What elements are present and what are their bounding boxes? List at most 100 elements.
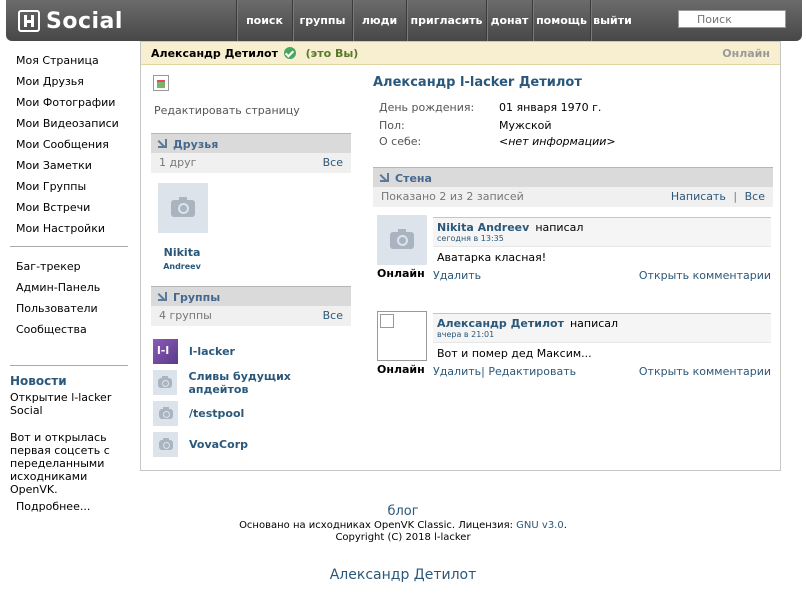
groups-section: Группы 4 группы Все l-lacker Сливы будущ… — [151, 286, 351, 460]
wall-all-link[interactable]: Все — [745, 190, 765, 203]
menu-communities[interactable]: Сообщества — [10, 319, 128, 340]
post-author-status: Онлайн — [377, 363, 425, 376]
nav-groups[interactable]: группы — [292, 0, 352, 41]
nav-invite[interactable]: пригласить — [406, 0, 486, 41]
post-wrote: написал — [535, 221, 584, 234]
friends-section: Друзья 1 друг Все Nikita Andreev — [151, 133, 351, 271]
footer: блог Основано на исходниках OpenVK Class… — [0, 504, 806, 543]
search-input[interactable] — [678, 10, 786, 28]
post-actions: Удалить| Редактировать — [433, 365, 576, 378]
group-item[interactable]: VovaCorp — [151, 429, 351, 460]
arrow-down-icon — [380, 173, 389, 182]
group-avatar-icon[interactable] — [153, 339, 178, 364]
post-header: Александр Детилот написал вчера в 21:01 — [433, 313, 771, 343]
menu-my-groups[interactable]: Мои Группы — [10, 176, 128, 197]
menu-my-videos[interactable]: Мои Видеозаписи — [10, 113, 128, 134]
profile-left-column: Редактировать страницу Друзья 1 друг Все… — [151, 75, 351, 460]
friends-bar[interactable]: Друзья — [151, 133, 351, 153]
post-text: Аватарка класная! — [437, 251, 547, 264]
menu-users[interactable]: Пользователи — [10, 298, 128, 319]
profile-full-name: Александр l-lacker Детилот — [373, 75, 582, 90]
you-label: (это Вы) — [305, 47, 359, 60]
post-comments-link[interactable]: Открыть комментарии — [639, 365, 771, 378]
camera-icon[interactable] — [153, 432, 178, 457]
menu-my-settings[interactable]: Мои Настройки — [10, 218, 128, 239]
group-name[interactable]: Сливы будущих апдейтов — [188, 370, 351, 396]
friends-all-link[interactable]: Все — [323, 153, 343, 173]
logo-text: Social — [46, 8, 123, 34]
wall-title: Стена — [395, 172, 432, 185]
menu-my-friends[interactable]: Мои Друзья — [10, 71, 128, 92]
menu-admin-panel[interactable]: Админ-Панель — [10, 277, 128, 298]
menu-bugtracker[interactable]: Баг-трекер — [10, 256, 128, 277]
verified-icon — [283, 47, 296, 59]
nav-donate[interactable]: донат — [486, 0, 532, 41]
menu-my-events[interactable]: Мои Встречи — [10, 197, 128, 218]
post-author: Nikita Andreev написал — [437, 221, 583, 234]
groups-bar[interactable]: Группы — [151, 286, 351, 306]
group-name[interactable]: VovaCorp — [189, 438, 248, 451]
friend-name[interactable]: Nikita Andreev — [157, 246, 207, 271]
group-item[interactable]: Сливы будущих апдейтов — [151, 367, 351, 398]
news-item-title: Открытие l-lacker Social — [10, 391, 112, 417]
menu-my-page[interactable]: Моя Страница — [10, 50, 128, 71]
wall-post: Онлайн Nikita Andreev написал сегодня в 1… — [373, 209, 773, 305]
online-status: Онлайн — [722, 47, 770, 60]
post-author-link[interactable]: Александр Детилот — [437, 317, 564, 330]
group-item[interactable]: /testpool — [151, 398, 351, 429]
menu-my-notes[interactable]: Мои Заметки — [10, 155, 128, 176]
friend-last-name: Andreev — [163, 262, 201, 271]
wall-write-link[interactable]: Написать — [671, 190, 726, 203]
nav-people[interactable]: люди — [352, 0, 406, 41]
post-time[interactable]: сегодня в 13:35 — [437, 234, 504, 243]
footer-copyright: Copyright (C) 2018 l-lacker — [335, 532, 471, 543]
logo[interactable]: Social — [18, 8, 123, 34]
camera-icon[interactable] — [153, 401, 178, 426]
wall-bar[interactable]: Стена — [373, 167, 773, 187]
nav-help[interactable]: помощь — [532, 0, 590, 41]
post-author-link[interactable]: Nikita Andreev — [437, 221, 529, 234]
friends-count: 1 друг — [159, 156, 197, 169]
news-block: Новости Открытие l-lacker Social Вот и о… — [10, 365, 128, 513]
post-delete-link[interactable]: Удалить| — [433, 365, 485, 378]
news-title[interactable]: Новости — [10, 374, 128, 388]
wall-shown-count: Показано 2 из 2 записей — [381, 190, 524, 203]
post-delete-link[interactable]: Удалить — [433, 269, 481, 282]
post-author: Александр Детилот написал — [437, 317, 618, 330]
menu-my-messages[interactable]: Мои Сообщения — [10, 134, 128, 155]
friends-subbar: 1 друг Все — [151, 153, 351, 173]
post-header: Nikita Andreev написал сегодня в 13:35 — [433, 217, 771, 247]
post-time[interactable]: вчера в 21:01 — [437, 330, 494, 339]
post-comments-link[interactable]: Открыть комментарии — [639, 269, 771, 282]
camera-icon[interactable] — [377, 215, 427, 265]
menu-divider — [10, 246, 128, 247]
profile-info: День рождения: 01 января 1970 г. Пол: Му… — [379, 101, 773, 151]
news-item-text: Вот и открылась первая соцсеть с передел… — [10, 431, 110, 496]
group-name[interactable]: /testpool — [189, 407, 244, 420]
avatar-image — [153, 75, 169, 91]
camera-icon[interactable] — [153, 370, 178, 395]
group-name[interactable]: l-lacker — [189, 345, 235, 358]
camera-icon[interactable] — [158, 183, 208, 233]
groups-all-link[interactable]: Все — [323, 306, 343, 326]
nav-logout[interactable]: выйти — [590, 0, 634, 41]
bottom-user-name[interactable]: Александр Детилот — [0, 567, 806, 583]
top-nav: поиск группы люди пригласить донат помощь выйт… — [236, 0, 634, 41]
wall-section: Стена Показано 2 из 2 записей Написать |… — [373, 167, 773, 401]
nav-search[interactable]: поиск — [236, 0, 292, 41]
profile-right-column: Александр l-lacker Детилот День рождения… — [373, 75, 773, 401]
arrow-down-icon — [158, 139, 167, 148]
group-item[interactable]: l-lacker — [151, 336, 351, 367]
menu-my-photos[interactable]: Мои Фотографии — [10, 92, 128, 113]
profile-header-bar: Александр Детилот (это Вы) Онлайн — [141, 42, 780, 65]
logo-icon — [18, 10, 40, 32]
friend-card[interactable]: Nikita Andreev — [151, 173, 351, 271]
footer-license-link[interactable]: GNU v3.0 — [516, 520, 564, 531]
info-row-about: О себе: <нет информации> — [379, 135, 616, 148]
info-row-birthday: День рождения: 01 января 1970 г. — [379, 101, 602, 114]
edit-page-link[interactable]: Редактировать страницу — [154, 104, 351, 117]
left-menu: Моя Страница Мои Друзья Мои Фотографии М… — [10, 50, 128, 340]
post-edit-link[interactable]: Редактировать — [488, 365, 576, 378]
avatar-image[interactable] — [377, 311, 427, 361]
footer-blog-link[interactable]: блог — [387, 504, 418, 519]
